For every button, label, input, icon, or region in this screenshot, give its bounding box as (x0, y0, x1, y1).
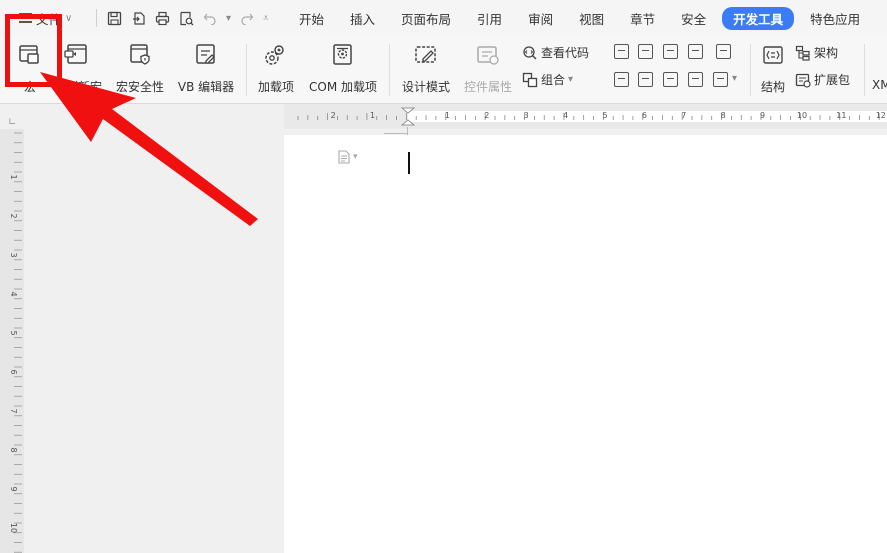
tab-developer-tools[interactable]: 开发工具 (722, 6, 795, 30)
document-page[interactable]: ▾ (284, 127, 887, 553)
view-code-button[interactable]: 查看代码 (522, 44, 589, 61)
rich-text-control-icon[interactable] (638, 44, 653, 59)
structure-button[interactable]: 结构 (757, 40, 789, 95)
dropdown-control-icon[interactable] (638, 72, 653, 87)
expansion-pack-label: 扩展包 (814, 73, 851, 87)
xml-mapping-button[interactable]: XM (872, 40, 887, 92)
ruler-number: 3 (9, 252, 18, 257)
horizontal-ruler[interactable]: 2 1 1 2 3 4 5 6 7 8 9 10 11 12 (284, 104, 887, 129)
list-control-icon[interactable] (614, 72, 629, 87)
tab-section[interactable]: 章节 (630, 9, 655, 28)
text-box-control-icon[interactable] (614, 44, 629, 59)
ruler-number: 8 (721, 111, 726, 120)
tab-references[interactable]: 引用 (477, 9, 502, 28)
building-block-control-icon[interactable] (688, 72, 703, 87)
date-control-icon[interactable] (663, 72, 678, 87)
ruler-number: 11 (836, 111, 846, 120)
structure-icon (763, 46, 783, 64)
ribbon-separator (750, 44, 751, 96)
page-corner-mark (407, 127, 408, 135)
paragraph-layout-icon[interactable]: ▾ (338, 150, 358, 164)
ruler-number: 10 (797, 111, 807, 120)
group-button[interactable]: 组合 ▾ (522, 71, 573, 88)
control-properties-icon (477, 46, 499, 65)
ruler-number: 9 (9, 486, 18, 491)
combo-control-icon[interactable] (688, 44, 703, 59)
control-properties-button[interactable]: 控件属性 (460, 40, 516, 95)
ruler-number: 1 (445, 111, 450, 120)
ribbon-separator (864, 44, 865, 96)
ruler-number: 1 (370, 111, 375, 120)
tab-security[interactable]: 安全 (681, 9, 706, 28)
ribbon-separator (389, 44, 390, 96)
text-cursor (408, 152, 410, 174)
schema-label: 架构 (814, 46, 839, 60)
ruler-number: 5 (602, 111, 607, 120)
red-arrow-icon (40, 72, 258, 226)
ruler-number: 8 (9, 447, 18, 452)
design-mode-icon (415, 46, 436, 63)
tab-view[interactable]: 视图 (579, 9, 604, 28)
group-label: 组合 (541, 73, 566, 87)
group-dropdown-icon: ▾ (568, 74, 574, 85)
checkbox-control-icon[interactable] (716, 44, 731, 59)
xml-mapping-label: XM (872, 78, 887, 92)
tab-home[interactable]: 开始 (299, 9, 324, 28)
ruler-number: 5 (9, 330, 18, 335)
structure-label: 结构 (760, 80, 785, 94)
schema-button[interactable]: 架构 (795, 44, 838, 61)
ruler-number: 7 (681, 111, 686, 120)
tab-page-layout[interactable]: 页面布局 (401, 9, 451, 28)
legacy-tools-dropdown-icon[interactable]: ▾ (732, 73, 737, 84)
ruler-number: 4 (9, 291, 18, 296)
tab-special-apps[interactable]: 特色应用 (810, 9, 860, 28)
ruler-number: 3 (524, 111, 529, 120)
design-mode-button[interactable]: 设计模式 (398, 40, 454, 95)
ruler-number: 6 (642, 111, 647, 120)
wps-writer-window: 文件 ∨ ▾ ⩡ 开始 插入 页面布局 引用 审阅 视图 章节 安全 开发工具 … (0, 0, 887, 553)
expansion-pack-icon (795, 73, 811, 88)
ruler-number: 10 (9, 523, 18, 533)
view-code-label: 查看代码 (541, 46, 590, 60)
picture-control-icon[interactable] (663, 44, 678, 59)
control-properties-label: 控件属性 (463, 80, 512, 94)
legacy-tools-icon[interactable] (713, 72, 728, 87)
ruler-number: 4 (563, 111, 568, 120)
com-addin-icon (333, 44, 352, 65)
ruler-number: 7 (9, 408, 18, 413)
ruler-number: 6 (9, 369, 18, 374)
ruler-number: 2 (331, 111, 336, 120)
design-mode-label: 设计模式 (401, 80, 450, 94)
schema-icon (795, 45, 810, 61)
ruler-number: 12 (876, 111, 886, 120)
horizontal-ruler-scale: 2 1 1 2 3 4 5 6 7 8 9 10 11 12 (297, 107, 887, 126)
ribbon-tabs: 开始 插入 页面布局 引用 审阅 视图 章节 安全 开发工具 特色应用 (299, 6, 886, 30)
view-code-icon (523, 45, 537, 59)
group-icon (522, 72, 538, 87)
ruler-number: 9 (760, 111, 765, 120)
paragraph-dropdown-icon: ▾ (353, 152, 358, 162)
ruler-number: 2 (484, 111, 489, 120)
page-corner-mark (384, 133, 408, 135)
tab-insert[interactable]: 插入 (350, 9, 375, 28)
com-addins-button[interactable]: COM 加载项 (306, 40, 380, 95)
tab-review[interactable]: 审阅 (528, 9, 553, 28)
com-addins-label: COM 加载项 (309, 80, 377, 94)
expansion-pack-button[interactable]: 扩展包 (795, 71, 850, 88)
